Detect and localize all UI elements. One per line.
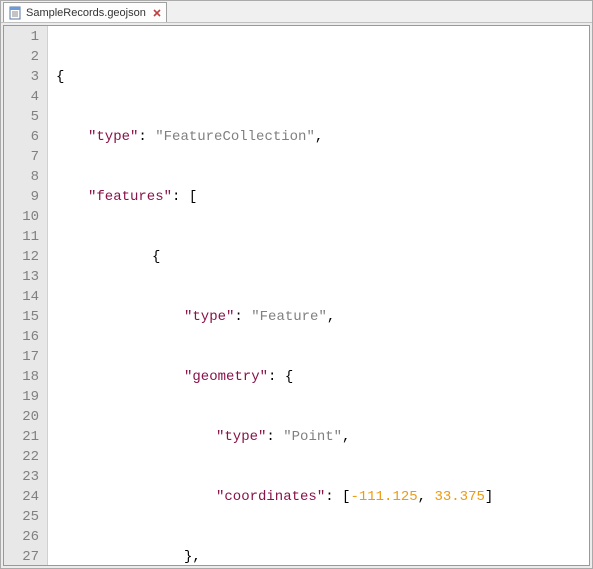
line-number: 4 bbox=[4, 87, 39, 107]
line-number: 6 bbox=[4, 127, 39, 147]
line-number: 25 bbox=[4, 507, 39, 527]
code-line: "type": "Feature", bbox=[56, 307, 589, 327]
line-number: 21 bbox=[4, 427, 39, 447]
line-number: 27 bbox=[4, 547, 39, 566]
line-number: 26 bbox=[4, 527, 39, 547]
line-number: 5 bbox=[4, 107, 39, 127]
line-number: 1 bbox=[4, 27, 39, 47]
tab-filename: SampleRecords.geojson bbox=[26, 7, 146, 19]
line-number: 12 bbox=[4, 247, 39, 267]
code-line: "geometry": { bbox=[56, 367, 589, 387]
line-number: 7 bbox=[4, 147, 39, 167]
line-number: 3 bbox=[4, 67, 39, 87]
line-number: 10 bbox=[4, 207, 39, 227]
line-number: 9 bbox=[4, 187, 39, 207]
editor-window: SampleRecords.geojson 1 2 3 4 5 6 7 8 9 … bbox=[0, 0, 593, 569]
line-number: 18 bbox=[4, 367, 39, 387]
code-line: "coordinates": [-111.125, 33.375] bbox=[56, 487, 589, 507]
code-line: { bbox=[56, 67, 589, 87]
line-number: 8 bbox=[4, 167, 39, 187]
line-number: 22 bbox=[4, 447, 39, 467]
code-line: "type": "Point", bbox=[56, 427, 589, 447]
line-number: 15 bbox=[4, 307, 39, 327]
file-tab[interactable]: SampleRecords.geojson bbox=[3, 2, 167, 22]
line-number: 20 bbox=[4, 407, 39, 427]
line-number: 11 bbox=[4, 227, 39, 247]
code-line: { bbox=[56, 247, 589, 267]
tab-bar: SampleRecords.geojson bbox=[1, 1, 592, 23]
editor-area[interactable]: 1 2 3 4 5 6 7 8 9 10 11 12 13 14 15 16 1… bbox=[3, 25, 590, 566]
line-number: 24 bbox=[4, 487, 39, 507]
code-line: "type": "FeatureCollection", bbox=[56, 127, 589, 147]
code-line: "features": [ bbox=[56, 187, 589, 207]
line-number: 14 bbox=[4, 287, 39, 307]
line-gutter: 1 2 3 4 5 6 7 8 9 10 11 12 13 14 15 16 1… bbox=[4, 26, 48, 565]
line-number: 16 bbox=[4, 327, 39, 347]
close-icon[interactable] bbox=[152, 8, 162, 18]
line-number: 13 bbox=[4, 267, 39, 287]
file-icon bbox=[8, 6, 22, 20]
line-number: 2 bbox=[4, 47, 39, 67]
line-number: 23 bbox=[4, 467, 39, 487]
code-content[interactable]: { "type": "FeatureCollection", "features… bbox=[48, 26, 589, 565]
code-line: }, bbox=[56, 547, 589, 566]
line-number: 19 bbox=[4, 387, 39, 407]
line-number: 17 bbox=[4, 347, 39, 367]
